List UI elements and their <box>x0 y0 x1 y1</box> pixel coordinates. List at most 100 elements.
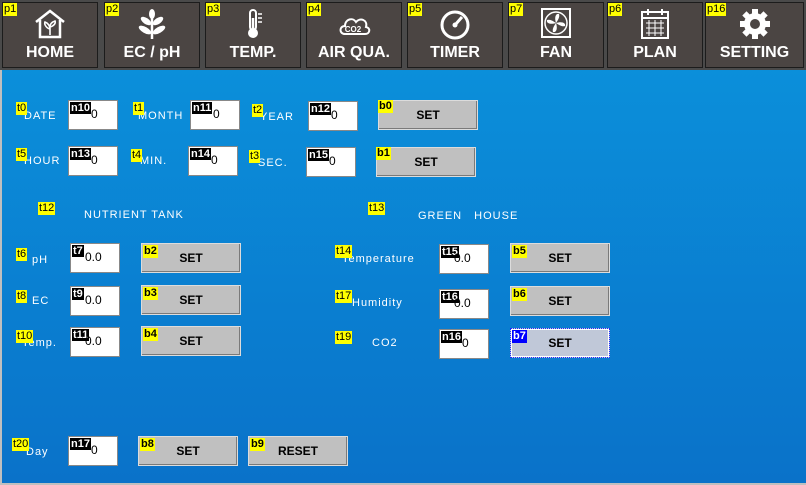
field-tag: n15 <box>308 149 329 161</box>
set-ec-button-label: SET <box>179 293 203 307</box>
day-tag: t20 <box>12 438 30 451</box>
greenhouse-heading-tag: t13 <box>368 202 386 215</box>
day-value: 0 <box>91 443 98 457</box>
field-tag: n12 <box>310 103 331 115</box>
min-value: 0 <box>211 153 218 167</box>
tab-plan[interactable]: p6 PLAN <box>607 2 703 68</box>
ph-field[interactable]: t7 0.0 <box>70 243 120 273</box>
co2-label: CO2 <box>372 337 398 349</box>
set-ph-button-label: SET <box>179 251 203 265</box>
humidity-tag: t17 <box>335 290 353 303</box>
ec-label: EC <box>32 295 50 307</box>
tab-tag: p2 <box>105 3 120 16</box>
tab-label: TIMER <box>430 44 480 61</box>
min-field[interactable]: n14 0 <box>188 146 238 176</box>
temp-tag: t10 <box>16 330 34 343</box>
set-time-button-label: SET <box>414 155 438 169</box>
year-field[interactable]: n12 0 <box>308 101 358 131</box>
button-tag: b8 <box>140 438 155 451</box>
set-greenhouse-humidity-button-label: SET <box>548 294 572 308</box>
greenhouse-co2-field[interactable]: n16 0 <box>439 329 489 359</box>
hour-field[interactable]: n13 0 <box>68 146 118 176</box>
hour-tag: t5 <box>16 148 28 161</box>
min-label: MIN. <box>140 155 168 167</box>
year-value: 0 <box>331 108 338 122</box>
co2-cloud-icon: CO2 <box>339 18 371 35</box>
month-value: 0 <box>213 107 220 121</box>
sec-value: 0 <box>329 154 336 168</box>
date-tag: t0 <box>16 102 28 115</box>
tab-setting[interactable]: p16 SETTING <box>705 2 804 68</box>
tab-label: HOME <box>26 44 74 61</box>
nutrient-temp-field[interactable]: t11 0.0 <box>70 327 120 357</box>
ph-label: pH <box>32 254 49 266</box>
date-field[interactable]: n10 0 <box>68 100 118 130</box>
ec-tag: t8 <box>16 290 28 303</box>
tab-home[interactable]: p1 HOME <box>2 2 98 68</box>
greenhouse-humidity-field[interactable]: t16 0.0 <box>439 289 489 319</box>
greenhouse-temperature-value: 0.0 <box>454 251 471 265</box>
tab-label: FAN <box>540 44 572 61</box>
set-day-button-label: SET <box>176 444 200 458</box>
date-value: 0 <box>91 107 98 121</box>
tab-fan[interactable]: p7 FAN <box>508 2 604 68</box>
set-date-button[interactable]: b0 SET <box>378 100 478 130</box>
sec-field[interactable]: n15 0 <box>306 147 356 177</box>
sec-label: SEC. <box>258 157 288 169</box>
tab-label: PLAN <box>633 44 677 61</box>
nutrient-heading-tag: t12 <box>38 202 56 215</box>
tab-tag: p7 <box>509 3 524 16</box>
tab-tag: p4 <box>307 3 322 16</box>
tab-tag: p3 <box>206 3 221 16</box>
button-tag: b2 <box>143 245 158 258</box>
ph-tag: t6 <box>16 248 28 261</box>
gear-icon <box>739 9 770 39</box>
greenhouse-humidity-value: 0.0 <box>454 296 471 310</box>
temperature-label: Temperature <box>342 253 415 265</box>
set-ph-button[interactable]: b2 SET <box>141 243 241 273</box>
month-field[interactable]: n11 0 <box>190 100 240 130</box>
greenhouse-temperature-field[interactable]: t15 0.0 <box>439 244 489 274</box>
thermometer-icon <box>248 9 262 38</box>
set-nutrient-temp-button-label: SET <box>179 334 203 348</box>
set-greenhouse-humidity-button[interactable]: b6 SET <box>510 286 610 316</box>
month-tag: t1 <box>133 102 145 115</box>
year-tag: t2 <box>252 104 264 117</box>
button-tag: b4 <box>143 328 158 341</box>
year-label: YEAR <box>260 111 294 123</box>
tab-air-quality[interactable]: p4 CO2 AIR QUA. <box>306 2 402 68</box>
set-day-button[interactable]: b8 SET <box>138 436 238 466</box>
month-label: MONTH <box>138 110 184 122</box>
temperature-tag: t14 <box>335 245 353 258</box>
reset-day-button[interactable]: b9 RESET <box>248 436 348 466</box>
tab-tag: p16 <box>706 3 727 16</box>
field-tag: n16 <box>441 331 462 343</box>
set-date-button-label: SET <box>416 108 440 122</box>
set-time-button[interactable]: b1 SET <box>376 147 476 177</box>
min-tag: t4 <box>131 149 143 162</box>
greenhouse-heading: GREEN HOUSE <box>418 210 519 222</box>
calendar-icon <box>641 9 669 39</box>
button-tag: b9 <box>250 438 265 451</box>
tab-temp[interactable]: p3 TEMP. <box>205 2 301 68</box>
hour-label: HOUR <box>24 155 61 167</box>
top-navigation-bar: p1 HOME p2 EC / pH p3 TEMP. p4 CO2 AIR Q… <box>0 0 806 70</box>
button-tag: b1 <box>376 147 391 160</box>
tab-timer[interactable]: p5 TIMER <box>407 2 503 68</box>
gauge-icon <box>440 10 470 40</box>
set-nutrient-temp-button[interactable]: b4 SET <box>141 326 241 356</box>
day-field[interactable]: n17 0 <box>68 436 118 466</box>
set-greenhouse-temperature-button[interactable]: b5 SET <box>510 243 610 273</box>
field-tag: n17 <box>70 438 91 450</box>
tab-ec-ph[interactable]: p2 EC / pH <box>104 2 200 68</box>
ec-field[interactable]: t9 0.0 <box>70 286 120 316</box>
field-tag: n14 <box>190 148 211 160</box>
house-plant-icon <box>35 9 65 39</box>
field-tag: n13 <box>70 148 91 160</box>
set-greenhouse-co2-button[interactable]: b7 SET <box>510 328 610 358</box>
main-panel: t0 DATE n10 0 t1 MONTH n11 0 t2 YEAR n12… <box>0 70 806 485</box>
tab-label: EC / pH <box>123 44 181 61</box>
ec-value: 0.0 <box>85 293 102 307</box>
set-ec-button[interactable]: b3 SET <box>141 285 241 315</box>
nutrient-temp-value: 0.0 <box>85 334 102 348</box>
